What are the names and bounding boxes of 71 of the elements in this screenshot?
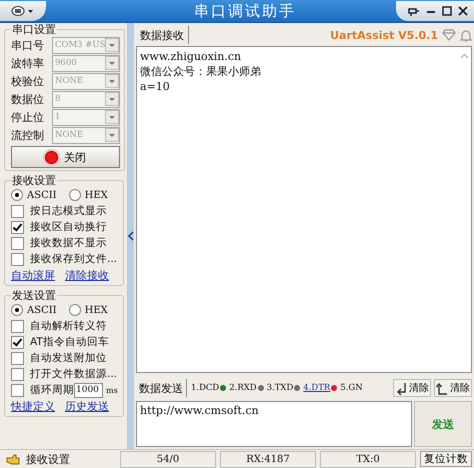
checkbox[interactable]: [11, 352, 24, 364]
signal-link[interactable]: 4.DTR: [303, 383, 330, 393]
turn-arrow-icon: [395, 382, 407, 394]
collapse-handle[interactable]: [128, 23, 134, 449]
link[interactable]: 清除接收: [65, 268, 109, 282]
group-title: 接收设置: [11, 174, 57, 187]
signal-label: 1.DCD: [191, 383, 220, 393]
checkbox-label: 自动解析转义符: [30, 319, 107, 333]
checkbox-label: 接收数据不显示: [30, 236, 107, 250]
checkbox-label: 按日志模式显示: [30, 204, 107, 218]
unit-label: ms: [106, 386, 118, 394]
link[interactable]: 历史发送: [65, 398, 109, 414]
signal-label: 2.RXD: [229, 383, 257, 393]
field-label: 波特率: [11, 56, 45, 70]
signal-label: 5.GN: [340, 383, 363, 393]
status-count: RX:4187: [220, 450, 316, 468]
checkbox[interactable]: [11, 320, 24, 332]
bell-icon[interactable]: [460, 28, 472, 42]
scroll-up-icon[interactable]: [460, 53, 468, 59]
window-title: 串口调试助手: [193, 2, 297, 20]
field-label: 数据位: [11, 92, 45, 106]
checkbox[interactable]: [11, 220, 24, 234]
status-text: 接收设置: [26, 452, 70, 466]
hand-icon: [6, 454, 20, 464]
corner-arrow-icon: [436, 382, 448, 394]
group-title: 串口设置: [11, 23, 57, 36]
status-count: TX:0: [320, 450, 416, 468]
clear-button[interactable]: 清除: [434, 379, 472, 397]
brand-label: UartAssist V5.0.1: [330, 28, 438, 42]
close-port-button[interactable]: 关闭: [11, 146, 120, 168]
field-label: 停止位: [11, 110, 45, 124]
pin-icon[interactable]: [408, 6, 420, 16]
clear-button[interactable]: 清除: [393, 379, 431, 397]
receive-area[interactable]: www.zhiguoxin.cn 微信公众号：果果小师弟 a=10: [136, 46, 472, 373]
checkbox[interactable]: [11, 236, 24, 250]
device-icon: [10, 4, 36, 18]
radio-button[interactable]: ASCII: [11, 189, 57, 201]
close-icon[interactable]: [458, 6, 468, 16]
group-title: 发送设置: [11, 289, 57, 302]
radio-button[interactable]: ASCII: [11, 304, 57, 316]
checkbox-label: 接收区自动换行: [30, 220, 107, 234]
field-label: 串口号: [11, 38, 45, 52]
send-button[interactable]: 发送: [414, 401, 472, 447]
text-line: 微信公众号：果果小师弟: [140, 64, 262, 79]
checkbox-label: 接收保存到文件...: [30, 252, 118, 266]
checkbox-label: 打开文件数据源...: [30, 367, 118, 381]
checkbox[interactable]: [11, 336, 24, 348]
checkbox[interactable]: [11, 368, 24, 380]
menu-button[interactable]: [0, 1, 46, 21]
checkbox[interactable]: [11, 384, 24, 396]
radio-button[interactable]: HEX: [68, 304, 108, 316]
reset-counter-button[interactable]: 复位计数: [420, 451, 472, 467]
text-line: www.zhiguoxin.cn: [140, 49, 242, 64]
tab[interactable]: 数据发送: [136, 379, 187, 397]
link[interactable]: 自动滚屏: [11, 268, 55, 282]
period-field[interactable]: 1000: [74, 382, 103, 398]
field-label: 校验位: [11, 74, 45, 88]
text-line: a=10: [140, 79, 171, 94]
checkbox-label: 循环周期: [30, 383, 74, 397]
checkbox[interactable]: [11, 204, 24, 218]
checkbox-label: 自动发送附加位: [30, 351, 107, 365]
radio-button[interactable]: HEX: [68, 189, 108, 201]
status-count: 54/0: [120, 450, 216, 468]
checkbox-label: AT指令自动回车: [30, 335, 109, 349]
maximize-icon[interactable]: [442, 6, 452, 16]
checkbox[interactable]: [11, 252, 24, 266]
diamond-icon[interactable]: [442, 29, 456, 41]
link[interactable]: 快捷定义: [11, 398, 55, 414]
signal-label: 3.TXD: [266, 383, 294, 393]
send-input[interactable]: http://www.cmsoft.cn: [136, 401, 412, 447]
field-label: 流控制: [11, 128, 45, 142]
